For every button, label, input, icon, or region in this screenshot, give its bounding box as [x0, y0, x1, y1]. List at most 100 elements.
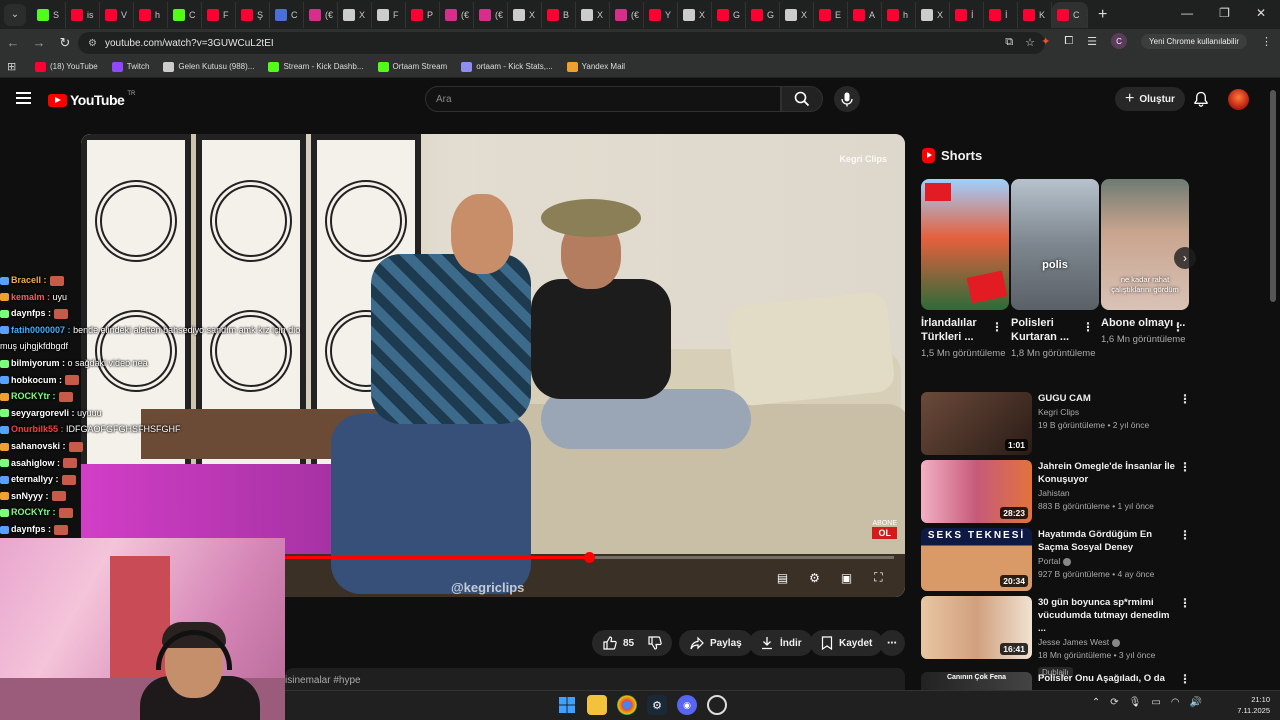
short-thumbnail[interactable] — [921, 179, 1009, 310]
profile-avatar[interactable]: C — [1111, 33, 1128, 49]
extensions-puzzle-icon[interactable]: ⧠ — [1064, 35, 1073, 48]
subtitles-icon[interactable]: ▤ — [774, 570, 791, 585]
browser-tab[interactable]: V — [100, 1, 134, 28]
video-menu-icon[interactable]: ⋮ — [1179, 460, 1191, 474]
system-clock[interactable]: 21:10 7.11.2025 — [1237, 694, 1270, 716]
related-video[interactable]: SEKS TEKNESİ 20:34 Hayatımda Gördüğüm En S… — [921, 528, 1261, 592]
dislike-button[interactable] — [640, 630, 672, 656]
short-thumbnail[interactable]: ne kadar rahat çalıştıklarını gördüm — [1101, 179, 1189, 310]
extension-icon[interactable]: ✦ — [1041, 35, 1050, 48]
discord-icon[interactable]: ◉ — [677, 695, 697, 715]
video-menu-icon[interactable]: ⋮ — [1179, 392, 1191, 406]
tab-search-button[interactable]: ⌄ — [4, 3, 26, 26]
browser-tab[interactable]: X — [678, 1, 712, 28]
miniplayer-icon[interactable]: ▣ — [838, 570, 855, 585]
browser-tab[interactable]: X — [780, 1, 814, 28]
volume-icon[interactable]: 🔊 — [1190, 697, 1202, 708]
video-thumbnail[interactable]: SEKS TEKNESİ 20:34 — [921, 528, 1032, 591]
browser-tab[interactable]: (€ — [304, 1, 338, 28]
browser-tab[interactable]: A — [848, 1, 882, 28]
minimize-button[interactable]: — — [1181, 6, 1193, 20]
bookmark-item[interactable]: Gelen Kutusu (988)... — [163, 61, 254, 72]
bookmark-star-icon[interactable]: ☆ — [1025, 36, 1035, 49]
hamburger-menu-icon[interactable] — [16, 92, 31, 107]
voice-search-button[interactable] — [834, 86, 860, 112]
progress-bar[interactable] — [284, 552, 894, 563]
channel-name[interactable]: Jesse James West — [1038, 636, 1178, 649]
browser-tab[interactable]: (€ — [610, 1, 644, 28]
video-thumbnail[interactable]: 28:23 — [921, 460, 1032, 523]
bookmark-item[interactable]: Ortaam Stream — [377, 61, 447, 72]
chrome-update-pill[interactable]: Yeni Chrome kullanılabilir — [1141, 33, 1247, 49]
video-menu-icon[interactable]: ⋮ — [1179, 528, 1191, 542]
video-thumbnail[interactable]: 16:41 — [921, 596, 1032, 659]
video-menu-icon[interactable]: ⋮ — [1179, 596, 1191, 610]
browser-tab[interactable]: (€ — [474, 1, 508, 28]
progress-scrubber[interactable] — [584, 552, 595, 563]
notifications-bell-icon[interactable] — [1193, 91, 1209, 107]
chrome-icon[interactable] — [617, 695, 637, 715]
short-menu-icon[interactable]: ⋮ — [1082, 320, 1094, 334]
search-input[interactable]: Ara — [425, 86, 781, 112]
site-info-icon[interactable]: ⚙ — [88, 38, 97, 49]
browser-tab[interactable]: S — [32, 1, 66, 28]
more-actions-button[interactable]: ⋯ — [879, 630, 905, 656]
browser-tab[interactable]: h — [882, 1, 916, 28]
create-button[interactable]: + Oluştur — [1115, 87, 1185, 111]
related-video[interactable]: 1:01 GUGU CAM Kegri Clips 19 B görüntüleme … — [921, 392, 1261, 456]
browser-tab[interactable]: G — [746, 1, 780, 28]
settings-gear-icon[interactable]: ⚙ — [806, 570, 823, 585]
browser-tab[interactable]: F — [372, 1, 406, 28]
bookmark-item[interactable]: ortaam - Kick Stats,... — [461, 61, 553, 72]
browser-tab[interactable]: Y — [644, 1, 678, 28]
new-tab-button[interactable]: + — [1098, 6, 1107, 24]
reading-list-icon[interactable]: ☰ — [1087, 35, 1097, 48]
browser-tab[interactable]: (€ — [440, 1, 474, 28]
browser-tab[interactable]: K — [1018, 1, 1052, 28]
video-title[interactable]: Hayatımda Gördüğüm En Saçma Sosyal Deney — [1038, 528, 1178, 554]
page-scrollbar[interactable] — [1270, 90, 1276, 302]
channel-name[interactable]: Jahistan — [1038, 487, 1178, 500]
address-bar[interactable]: ⚙ youtube.com/watch?v=3GUWCuL2tEI ⧉ ☆ — [78, 32, 1045, 54]
apps-grid-icon[interactable]: ⊞ — [7, 60, 21, 73]
download-button[interactable]: İndir — [749, 630, 813, 656]
browser-tab[interactable]: F — [202, 1, 236, 28]
windows-start-icon[interactable] — [557, 695, 577, 715]
video-title[interactable]: Polisler Onu Aşağıladı, O da — [1038, 672, 1178, 685]
channel-name[interactable]: Portal — [1038, 555, 1178, 568]
fullscreen-icon[interactable]: ⛶ — [870, 570, 887, 585]
browser-menu-icon[interactable]: ⋮ — [1261, 35, 1272, 48]
wifi-icon[interactable]: ◠ — [1171, 697, 1180, 708]
microphone-tray-icon[interactable]: 🎙 — [1129, 697, 1142, 708]
browser-tab[interactable]: İ — [950, 1, 984, 28]
youtube-logo[interactable]: YouTube TR — [48, 91, 135, 108]
forward-button[interactable]: → — [26, 35, 52, 50]
browser-tab[interactable]: C — [270, 1, 304, 28]
video-title[interactable]: Jahrein Omegle'de İnsanlar İle Konuşuyor — [1038, 460, 1178, 486]
browser-tab[interactable]: X — [916, 1, 950, 28]
video-title[interactable]: 30 gün boyunca sp*rmimi vücudumda tutmay… — [1038, 596, 1178, 635]
browser-tab[interactable]: X — [338, 1, 372, 28]
display-icon[interactable]: ▭ — [1151, 697, 1160, 708]
back-button[interactable]: ← — [0, 35, 26, 50]
like-button[interactable]: 85 — [603, 636, 634, 650]
maximize-button[interactable]: ❐ — [1219, 6, 1230, 20]
short-menu-icon[interactable]: ⋮ — [1172, 320, 1184, 334]
browser-tab[interactable]: Ş — [236, 1, 270, 28]
short-thumbnail[interactable]: polis — [1011, 179, 1099, 310]
browser-tab[interactable]: h — [134, 1, 168, 28]
browser-tab[interactable]: C — [168, 1, 202, 28]
browser-tab[interactable]: G — [712, 1, 746, 28]
browser-tab[interactable]: X — [576, 1, 610, 28]
video-thumbnail[interactable]: 1:01 — [921, 392, 1032, 455]
browser-tab[interactable]: İ — [984, 1, 1018, 28]
close-window-button[interactable]: ✕ — [1256, 6, 1266, 20]
close-tab-icon[interactable]: ✕ — [1086, 9, 1088, 20]
related-video[interactable]: 28:23 Jahrein Omegle'de İnsanlar İle Konu… — [921, 460, 1261, 524]
obs-icon[interactable] — [707, 695, 727, 715]
video-title[interactable]: GUGU CAM — [1038, 392, 1178, 405]
bookmark-item[interactable]: (18) YouTube — [35, 61, 98, 72]
steam-icon[interactable]: ⚙ — [647, 695, 667, 715]
share-button[interactable]: Paylaş — [679, 630, 753, 656]
file-explorer-icon[interactable] — [587, 695, 607, 715]
